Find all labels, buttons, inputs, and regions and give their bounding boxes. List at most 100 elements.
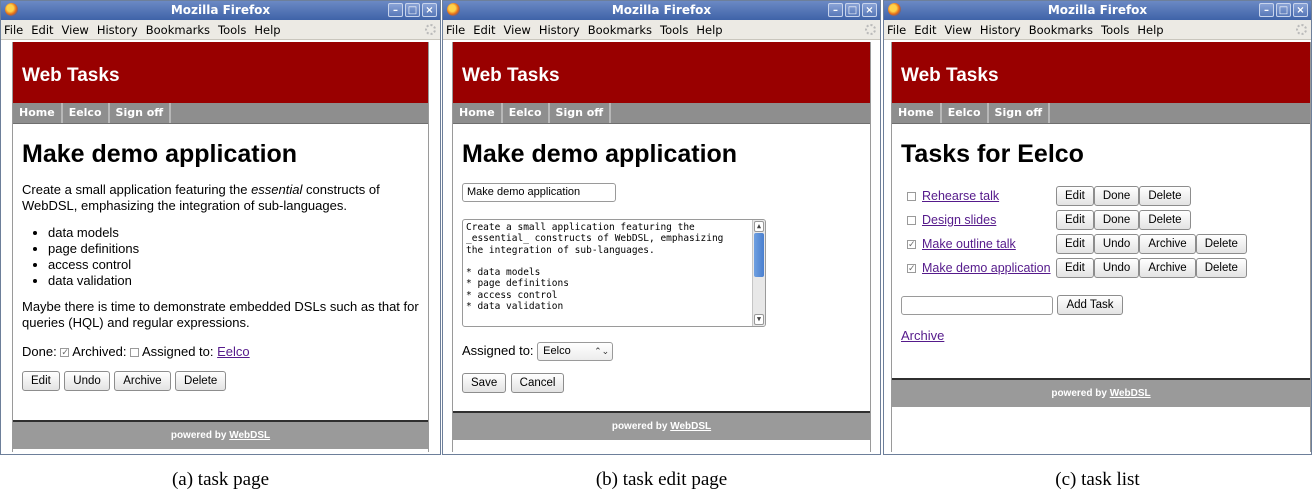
task-link[interactable]: Design slides (922, 213, 1056, 227)
task-description-textarea[interactable]: Create a small application featuring the… (462, 219, 766, 327)
scrollbar-down-arrow-icon[interactable]: ▼ (754, 314, 764, 325)
menu-help[interactable]: Help (696, 23, 722, 37)
delete-button[interactable]: Delete (1195, 234, 1247, 254)
window-titlebar[interactable]: Mozilla Firefox – □ × (884, 1, 1311, 20)
menu-help[interactable]: Help (1137, 23, 1163, 37)
close-icon[interactable]: × (1293, 3, 1308, 17)
archived-checkbox[interactable] (130, 348, 140, 358)
nav-home[interactable]: Home (13, 103, 63, 123)
task-checkbox[interactable]: ✓ (907, 263, 916, 273)
archive-button[interactable]: Archive (1139, 234, 1196, 254)
assigned-label: Assigned to: (462, 343, 534, 358)
throbber-icon (425, 24, 436, 35)
archive-button[interactable]: Archive (1139, 258, 1196, 278)
menu-tools[interactable]: Tools (1101, 23, 1129, 37)
edit-button[interactable]: Edit (1056, 210, 1094, 230)
new-task-input[interactable] (901, 295, 1053, 315)
minimize-icon[interactable]: – (828, 3, 843, 17)
edit-button[interactable]: Edit (1056, 258, 1094, 278)
menu-edit[interactable]: Edit (31, 23, 53, 37)
webdsl-link[interactable]: WebDSL (229, 430, 270, 441)
nav-home[interactable]: Home (453, 103, 503, 123)
task-checkbox[interactable] (907, 191, 916, 201)
window-titlebar[interactable]: Mozilla Firefox – □ × (443, 1, 880, 20)
close-icon[interactable]: × (422, 3, 437, 17)
throbber-icon (1296, 24, 1307, 35)
maximize-icon[interactable]: □ (845, 3, 860, 17)
menu-tools[interactable]: Tools (660, 23, 688, 37)
delete-button[interactable]: Delete (1139, 186, 1191, 206)
assigned-select[interactable]: Eelco ⌃⌄ (537, 342, 614, 362)
done-label: Done: (22, 344, 57, 359)
maximize-icon[interactable]: □ (405, 3, 420, 17)
add-task-button[interactable]: Add Task (1057, 295, 1123, 315)
menu-history[interactable]: History (97, 23, 138, 37)
nav-eelco[interactable]: Eelco (942, 103, 989, 123)
menu-help[interactable]: Help (254, 23, 280, 37)
task-link[interactable]: Make demo application (922, 261, 1056, 275)
nav-eelco[interactable]: Eelco (63, 103, 110, 123)
task-checkbox[interactable]: ✓ (907, 239, 916, 249)
edit-button[interactable]: Edit (1056, 186, 1094, 206)
nav-home[interactable]: Home (892, 103, 942, 123)
edit-button[interactable]: Edit (1056, 234, 1094, 254)
window-titlebar[interactable]: Mozilla Firefox – □ × (1, 1, 440, 20)
page-viewport: Web Tasks Home Eelco Sign off Make demo … (12, 42, 429, 452)
nav-sign-off[interactable]: Sign off (110, 103, 172, 123)
task-name-input[interactable]: Make demo application (462, 183, 616, 202)
menu-view[interactable]: View (62, 23, 89, 37)
menu-history[interactable]: History (980, 23, 1021, 37)
maximize-icon[interactable]: □ (1276, 3, 1291, 17)
delete-button[interactable]: Delete (175, 371, 227, 391)
undo-button[interactable]: Undo (64, 371, 110, 391)
undo-button[interactable]: Undo (1093, 234, 1140, 254)
undo-button[interactable]: Undo (1093, 258, 1140, 278)
menu-bookmarks[interactable]: Bookmarks (588, 23, 652, 37)
minimize-icon[interactable]: – (1259, 3, 1274, 17)
firefox-icon (5, 3, 18, 16)
task-row: Rehearse talk Edit Done Delete (901, 186, 1191, 206)
task-checkbox[interactable] (907, 215, 916, 225)
scrollbar-up-arrow-icon[interactable]: ▲ (754, 221, 764, 232)
delete-button[interactable]: Delete (1139, 210, 1191, 230)
site-footer: powered by WebDSL (892, 378, 1310, 407)
task-row: ✓ Make demo application Edit Undo Archiv… (901, 258, 1247, 278)
nav-eelco[interactable]: Eelco (503, 103, 550, 123)
nav-sign-off[interactable]: Sign off (550, 103, 612, 123)
menu-file[interactable]: File (4, 23, 23, 37)
menu-bookmarks[interactable]: Bookmarks (146, 23, 210, 37)
menu-file[interactable]: File (446, 23, 465, 37)
done-checkbox[interactable]: ✓ (60, 348, 70, 358)
done-button[interactable]: Done (1093, 210, 1140, 230)
menubar: File Edit View History Bookmarks Tools Help (884, 20, 1311, 40)
menu-view[interactable]: View (945, 23, 972, 37)
minimize-icon[interactable]: – (388, 3, 403, 17)
menu-edit[interactable]: Edit (473, 23, 495, 37)
assigned-user-link[interactable]: Eelco (217, 344, 250, 359)
delete-button[interactable]: Delete (1195, 258, 1247, 278)
menu-view[interactable]: View (504, 23, 531, 37)
scrollbar-thumb[interactable] (754, 233, 764, 277)
nav-sign-off[interactable]: Sign off (989, 103, 1051, 123)
done-button[interactable]: Done (1093, 186, 1140, 206)
menu-history[interactable]: History (539, 23, 580, 37)
menu-bookmarks[interactable]: Bookmarks (1029, 23, 1093, 37)
webdsl-link[interactable]: WebDSL (670, 421, 711, 432)
save-button[interactable]: Save (462, 373, 507, 393)
close-icon[interactable]: × (862, 3, 877, 17)
archive-link[interactable]: Archive (901, 328, 944, 343)
task-link[interactable]: Rehearse talk (922, 189, 1056, 203)
task-note: Maybe there is time to demonstrate embed… (22, 299, 419, 330)
site-nav: Home Eelco Sign off (453, 103, 870, 124)
edit-button[interactable]: Edit (22, 371, 60, 391)
webdsl-link[interactable]: WebDSL (1110, 388, 1151, 399)
firefox-window-task-edit: Mozilla Firefox – □ × File Edit View Histor… (442, 0, 881, 455)
menu-edit[interactable]: Edit (914, 23, 936, 37)
task-link[interactable]: Make outline talk (922, 237, 1056, 251)
textarea-scrollbar[interactable]: ▲ ▼ (752, 220, 765, 326)
cancel-button[interactable]: Cancel (510, 373, 565, 393)
menu-tools[interactable]: Tools (218, 23, 246, 37)
menu-file[interactable]: File (887, 23, 906, 37)
archive-button[interactable]: Archive (114, 371, 171, 391)
task-row: ✓ Make outline talk Edit Undo Archive De… (901, 234, 1247, 254)
